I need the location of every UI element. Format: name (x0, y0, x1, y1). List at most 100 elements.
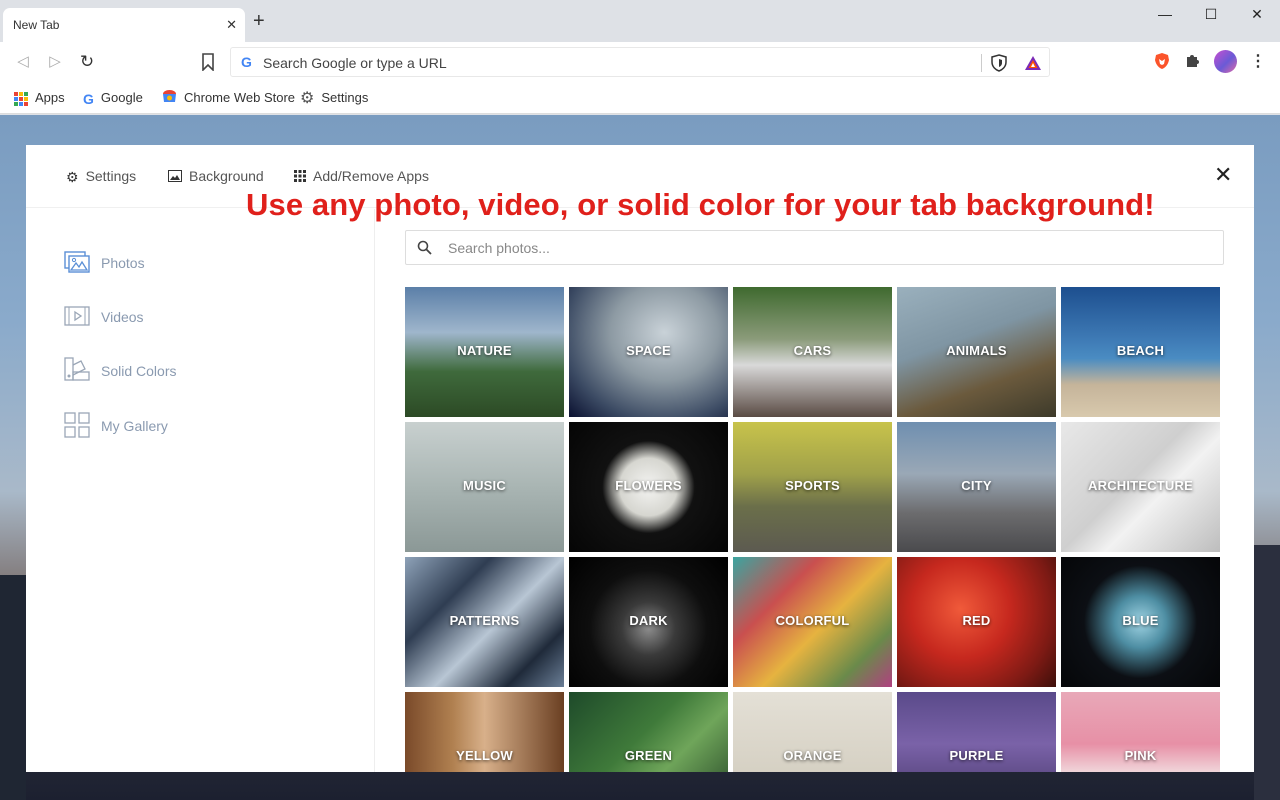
image-icon (168, 168, 182, 186)
back-icon[interactable]: ◁ (13, 52, 33, 72)
brave-lion-icon[interactable] (1152, 52, 1172, 72)
brave-rewards-icon[interactable] (1024, 55, 1042, 71)
category-tile-label: ARCHITECTURE (1088, 478, 1193, 493)
tab-strip: New Tab ✕ + — ☐ ✕ (0, 0, 1280, 42)
category-tile-colorful[interactable]: COLORFUL (733, 557, 892, 687)
videos-icon (64, 306, 90, 326)
maximize-button[interactable]: ☐ (1188, 6, 1234, 28)
bookmark-apps[interactable]: Apps (14, 89, 65, 107)
category-tile-label: RED (962, 613, 991, 628)
tab-add-remove-apps-label: Add/Remove Apps (313, 168, 429, 184)
skyline-left (0, 575, 26, 800)
address-bar[interactable]: G Search Google or type a URL (230, 47, 1050, 77)
close-tab-icon[interactable]: ✕ (226, 17, 237, 33)
solid-colors-icon (64, 357, 90, 381)
background-settings-panel: ⚙ Settings Background Add/Remove Apps ✕ U… (26, 145, 1254, 772)
category-tile-label: SPACE (626, 343, 671, 358)
bookmark-settings[interactable]: ⚙ Settings (300, 89, 368, 107)
category-tile-city[interactable]: CITY (897, 422, 1056, 552)
browser-toolbar: ◁ ▷ ↻ G Search Google or type a URL ⋮ (0, 42, 1280, 82)
category-tile-dark[interactable]: DARK (569, 557, 728, 687)
category-tile-sports[interactable]: SPORTS (733, 422, 892, 552)
category-tile-label: BLUE (1122, 613, 1159, 628)
forward-icon[interactable]: ▷ (45, 52, 65, 72)
search-photos-input[interactable] (448, 238, 1188, 258)
bookmarks-bar: Apps G Google Chrome Web Store ⚙ Settings (0, 82, 1280, 114)
apps-grid-icon (294, 168, 306, 186)
close-panel-icon[interactable]: ✕ (1214, 164, 1232, 186)
category-tile-orange[interactable]: ORANGE (733, 692, 892, 772)
category-tile-cars[interactable]: CARS (733, 287, 892, 417)
google-icon: G (83, 90, 94, 107)
sidenav-videos-label: Videos (101, 309, 144, 325)
reload-icon[interactable]: ↻ (77, 52, 97, 72)
category-tile-green[interactable]: GREEN (569, 692, 728, 772)
category-tile-label: PINK (1124, 748, 1157, 763)
apps-grid-icon (14, 91, 28, 106)
category-tile-animals[interactable]: ANIMALS (897, 287, 1056, 417)
bookmark-google[interactable]: G Google (83, 89, 143, 107)
extensions-icon[interactable] (1183, 52, 1203, 72)
category-tile-label: SPORTS (785, 478, 840, 493)
new-tab-button[interactable]: + (253, 11, 265, 31)
tab-settings[interactable]: ⚙ Settings (66, 167, 136, 185)
category-tile-label: NATURE (457, 343, 512, 358)
category-tile-architecture[interactable]: ARCHITECTURE (1061, 422, 1220, 552)
tab-background-label: Background (189, 168, 264, 184)
category-tile-music[interactable]: MUSIC (405, 422, 564, 552)
category-tile-label: ANIMALS (946, 343, 1007, 358)
category-tile-label: MUSIC (463, 478, 506, 493)
skyline-right (1254, 545, 1280, 800)
address-bar-placeholder: Search Google or type a URL (263, 55, 447, 71)
bookmark-chrome-web-store[interactable]: Chrome Web Store (162, 89, 295, 107)
category-tile-label: BEACH (1116, 343, 1165, 358)
omnibox-divider (981, 54, 982, 72)
minimize-button[interactable]: — (1142, 6, 1188, 28)
category-tile-label: ORANGE (783, 748, 842, 763)
bookmark-google-label: Google (100, 90, 143, 105)
sidenav-photos-label: Photos (101, 255, 145, 271)
category-tile-purple[interactable]: PURPLE (897, 692, 1056, 772)
category-tile-nature[interactable]: NATURE (405, 287, 564, 417)
category-tile-patterns[interactable]: PATTERNS (405, 557, 564, 687)
bookmark-apps-label: Apps (35, 90, 65, 105)
sidenav-solid-colors-label: Solid Colors (101, 363, 177, 379)
category-tile-label: PURPLE (949, 748, 1004, 763)
close-window-button[interactable]: ✕ (1234, 6, 1280, 28)
category-tile-red[interactable]: RED (897, 557, 1056, 687)
category-tile-blue[interactable]: BLUE (1061, 557, 1220, 687)
category-tile-label: COLORFUL (775, 613, 850, 628)
category-tile-space[interactable]: SPACE (569, 287, 728, 417)
tab-background[interactable]: Background (168, 167, 264, 185)
tab-new-tab[interactable]: New Tab ✕ (3, 8, 245, 42)
category-tile-pink[interactable]: PINK (1061, 692, 1220, 772)
category-tile-label: GREEN (624, 748, 673, 763)
tab-add-remove-apps[interactable]: Add/Remove Apps (294, 167, 429, 185)
promo-banner-text: Use any photo, video, or solid color for… (246, 187, 1155, 222)
sidenav-my-gallery-label: My Gallery (101, 418, 168, 434)
category-tile-label: PATTERNS (449, 613, 520, 628)
bookmark-settings-label: Settings (321, 90, 369, 105)
bookmark-icon[interactable] (200, 53, 216, 71)
brave-shields-icon[interactable] (991, 54, 1007, 72)
category-tile-label: DARK (629, 613, 668, 628)
bookmark-chrome-web-store-label: Chrome Web Store (184, 90, 296, 105)
category-tile-label: FLOWERS (615, 478, 682, 493)
background-sidenav: Photos Videos Solid Colors My Gallery (26, 209, 375, 772)
menu-icon[interactable]: ⋮ (1248, 52, 1268, 72)
search-icon (417, 240, 432, 255)
category-tile-yellow[interactable]: YELLOW (405, 692, 564, 772)
photo-search-box (405, 230, 1224, 265)
category-tile-flowers[interactable]: FLOWERS (569, 422, 728, 552)
gear-icon: ⚙ (300, 89, 315, 107)
chrome-web-store-icon (162, 89, 177, 108)
category-tile-label: YELLOW (456, 748, 513, 763)
category-tile-label: CITY (961, 478, 992, 493)
gear-icon: ⚙ (66, 169, 79, 186)
tab-title: New Tab (13, 18, 60, 32)
profile-avatar[interactable] (1214, 50, 1237, 73)
photos-icon (64, 251, 90, 273)
category-tile-beach[interactable]: BEACH (1061, 287, 1220, 417)
category-tile-label: CARS (793, 343, 832, 358)
gallery-icon (64, 412, 90, 438)
